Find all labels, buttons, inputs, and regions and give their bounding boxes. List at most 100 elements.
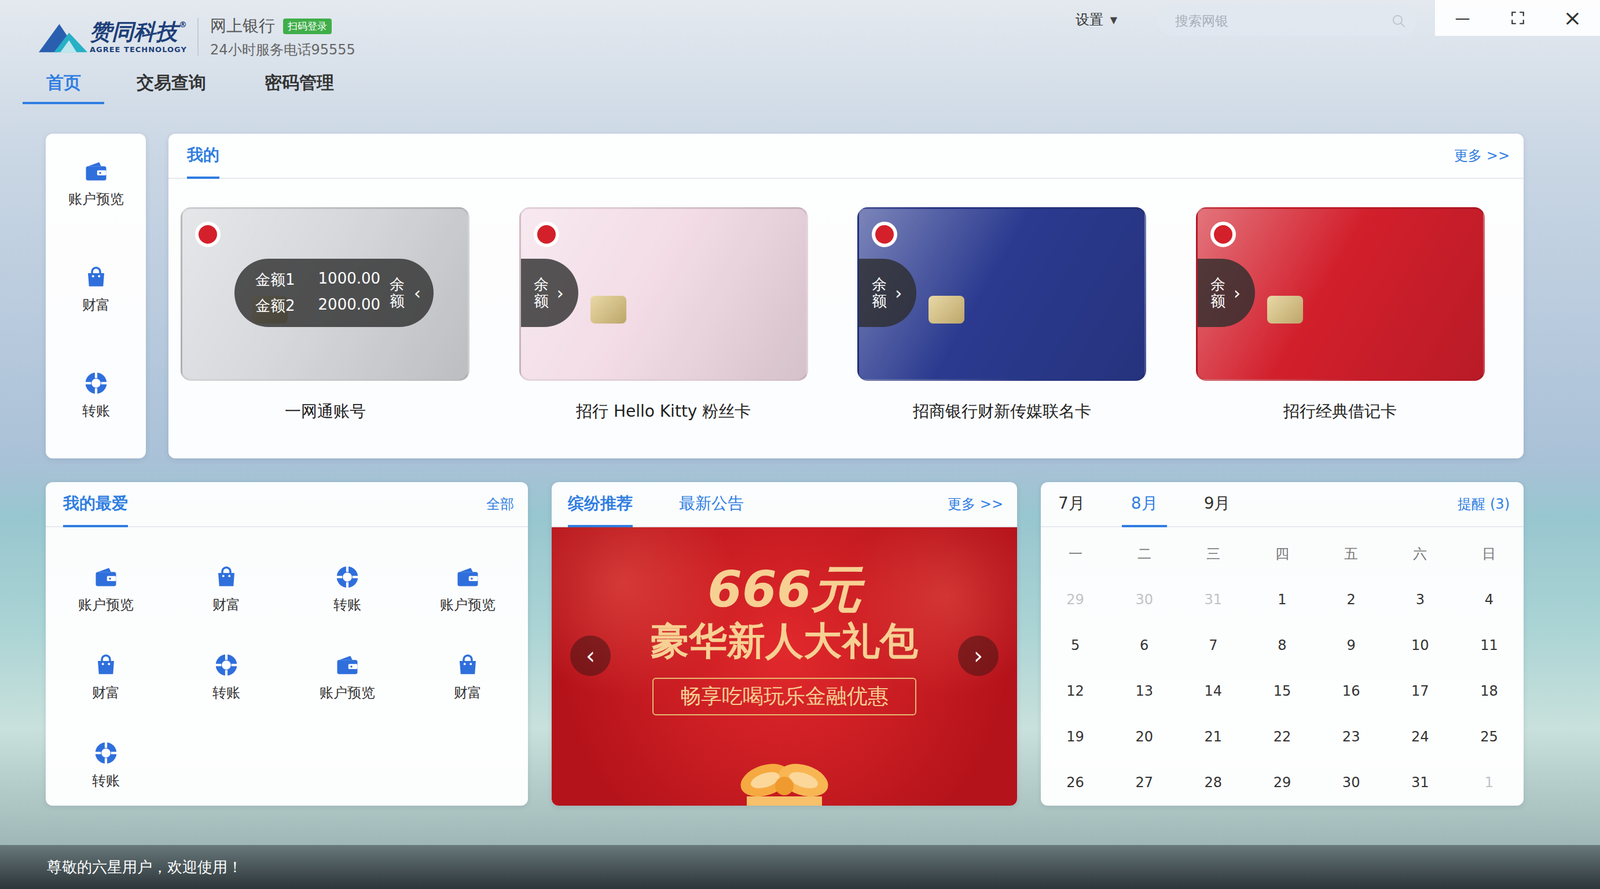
balance-toggle[interactable]: 余额› bbox=[1197, 258, 1255, 328]
calendar-grid: 一二三四五六日293031123456789101112131415161718… bbox=[1040, 527, 1524, 806]
wallet-icon bbox=[455, 564, 480, 590]
balance-toggle[interactable]: 金额11000.00金额22000.00余额‹ bbox=[234, 258, 434, 328]
calendar-day[interactable]: 4 bbox=[1454, 576, 1524, 623]
calendar-day[interactable]: 10 bbox=[1385, 622, 1455, 669]
favorite-item[interactable]: 财富 bbox=[407, 652, 528, 704]
favorite-item[interactable]: 账户预览 bbox=[407, 564, 528, 616]
qr-login-badge[interactable]: 扫码登录 bbox=[283, 18, 332, 35]
bag-icon bbox=[214, 564, 239, 590]
calendar-day[interactable]: 12 bbox=[1040, 668, 1110, 714]
calendar-day[interactable]: 18 bbox=[1454, 668, 1524, 714]
calendar-day[interactable]: 16 bbox=[1316, 668, 1386, 714]
balance-toggle[interactable]: 余额› bbox=[520, 258, 579, 328]
banner-prev-button[interactable]: ‹ bbox=[570, 635, 611, 677]
calendar-day[interactable]: 17 bbox=[1385, 668, 1455, 714]
calendar-day[interactable]: 14 bbox=[1178, 668, 1248, 714]
weekday-header: 一 bbox=[1040, 530, 1110, 577]
card-face[interactable]: 金额11000.00金额22000.00余额‹ bbox=[180, 207, 470, 381]
panel-tab[interactable]: 我的 bbox=[186, 133, 220, 179]
close-button[interactable]: × bbox=[1545, 0, 1600, 36]
calendar-day[interactable]: 28 bbox=[1178, 759, 1248, 806]
settings-menu[interactable]: 设置▼ bbox=[1075, 10, 1118, 29]
more-link[interactable]: 更多 >> bbox=[1454, 133, 1510, 178]
calendar-day[interactable]: 8 bbox=[1247, 622, 1317, 669]
promotions-panel: 缤纷推荐最新公告更多 >>666元豪华新人大礼包畅享吃喝玩乐金融优惠‹› bbox=[551, 482, 1018, 806]
banner-title: 豪华新人大礼包 bbox=[650, 619, 919, 664]
sidebar-item[interactable]: 财富 bbox=[82, 265, 110, 315]
calendar-day[interactable]: 29 bbox=[1040, 576, 1110, 623]
nav-tab[interactable]: 交易查询 bbox=[130, 63, 212, 105]
transfer-icon bbox=[335, 564, 360, 590]
card-face[interactable]: 余额› bbox=[857, 207, 1147, 381]
calendar-day[interactable]: 29 bbox=[1247, 759, 1317, 806]
reminders-link[interactable]: 提醒 (3) bbox=[1457, 482, 1510, 527]
balance-row: 金额11000.00 bbox=[255, 269, 381, 291]
calendar-day[interactable]: 31 bbox=[1178, 576, 1248, 623]
calendar-day[interactable]: 9 bbox=[1316, 622, 1386, 669]
calendar-day[interactable]: 23 bbox=[1316, 713, 1386, 760]
banner-next-button[interactable]: › bbox=[958, 635, 999, 677]
calendar-day[interactable]: 25 bbox=[1454, 713, 1524, 760]
card-face[interactable]: 余额› bbox=[1195, 207, 1485, 381]
calendar-day[interactable]: 1 bbox=[1247, 576, 1317, 623]
promo-banner[interactable]: 666元豪华新人大礼包畅享吃喝玩乐金融优惠‹› bbox=[551, 527, 1018, 806]
search-box[interactable] bbox=[1157, 5, 1417, 36]
calendar-day[interactable]: 13 bbox=[1109, 668, 1179, 714]
content: 账户预览财富转账我的更多 >>金额11000.00金额22000.00余额‹一网… bbox=[0, 104, 1600, 846]
weekday-header: 日 bbox=[1454, 530, 1524, 577]
calendar-day[interactable]: 22 bbox=[1247, 713, 1317, 760]
calendar-day[interactable]: 31 bbox=[1385, 759, 1455, 806]
calendar-day[interactable]: 1 bbox=[1454, 759, 1524, 806]
favorite-item[interactable]: 财富 bbox=[45, 652, 167, 704]
favorite-item[interactable]: 转账 bbox=[287, 564, 408, 616]
calendar-day[interactable]: 11 bbox=[1454, 622, 1524, 669]
favorite-item[interactable]: 财富 bbox=[166, 564, 287, 616]
balance-toggle[interactable]: 余额› bbox=[859, 258, 917, 328]
nav-tab[interactable]: 密码管理 bbox=[258, 63, 340, 105]
search-input[interactable] bbox=[1173, 12, 1392, 29]
sidebar-item[interactable]: 转账 bbox=[82, 371, 110, 421]
favorite-item[interactable]: 转账 bbox=[45, 740, 167, 792]
more-link[interactable]: 更多 >> bbox=[947, 482, 1004, 527]
month-tab[interactable]: 8月 bbox=[1121, 482, 1168, 528]
panel-tab[interactable]: 最新公告 bbox=[679, 482, 744, 528]
calendar-day[interactable]: 3 bbox=[1385, 576, 1455, 623]
calendar-day[interactable]: 21 bbox=[1178, 713, 1248, 760]
balance-label: 余额 bbox=[533, 276, 549, 310]
favorite-item[interactable]: 转账 bbox=[166, 652, 287, 704]
calendar-day[interactable]: 30 bbox=[1316, 759, 1386, 806]
sidebar-item[interactable]: 账户预览 bbox=[68, 159, 124, 209]
month-tab[interactable]: 7月 bbox=[1048, 482, 1095, 528]
calendar-day[interactable]: 27 bbox=[1109, 759, 1179, 806]
calendar-day[interactable]: 15 bbox=[1247, 668, 1317, 714]
month-tab[interactable]: 9月 bbox=[1194, 482, 1240, 528]
minimize-button[interactable]: — bbox=[1435, 0, 1491, 36]
weekday-header: 三 bbox=[1178, 530, 1248, 577]
card-name: 招行经典借记卡 bbox=[1283, 400, 1397, 423]
calendar-day[interactable]: 19 bbox=[1040, 713, 1110, 760]
favorite-item[interactable]: 账户预览 bbox=[287, 652, 408, 704]
favorite-item[interactable]: 账户预览 bbox=[45, 564, 167, 616]
bank-card[interactable]: 余额›招行 Hello Kitty 粉丝卡 bbox=[519, 207, 809, 423]
calendar-day[interactable]: 5 bbox=[1040, 622, 1110, 669]
bank-card[interactable]: 余额›招商银行财新传媒联名卡 bbox=[857, 207, 1147, 423]
calendar-day[interactable]: 24 bbox=[1385, 713, 1455, 760]
calendar-day[interactable]: 6 bbox=[1109, 622, 1179, 669]
panel-tab[interactable]: 我的最爱 bbox=[63, 482, 128, 528]
panel-tab[interactable]: 缤纷推荐 bbox=[567, 482, 633, 528]
calendar-day[interactable]: 20 bbox=[1109, 713, 1179, 760]
welcome-text: 尊敬的六星用户，欢迎使用！ bbox=[46, 857, 243, 878]
calendar-day[interactable]: 26 bbox=[1040, 759, 1110, 806]
bank-card[interactable]: 余额› 招行经典借记卡 bbox=[1195, 207, 1485, 423]
calendar-day[interactable]: 30 bbox=[1109, 576, 1179, 623]
search-icon[interactable] bbox=[1391, 13, 1407, 29]
all-link[interactable]: 全部 bbox=[486, 482, 515, 527]
calendar-day[interactable]: 2 bbox=[1316, 576, 1386, 623]
gift-icon bbox=[735, 750, 834, 806]
card-face[interactable]: 余额› bbox=[519, 207, 809, 381]
maximize-button[interactable] bbox=[1490, 0, 1546, 36]
nav-tab[interactable]: 首页 bbox=[22, 63, 105, 105]
my-cards-panel: 我的更多 >>金额11000.00金额22000.00余额‹一网通账号余额›招行… bbox=[168, 133, 1524, 459]
calendar-day[interactable]: 7 bbox=[1178, 622, 1248, 669]
bank-card[interactable]: 金额11000.00金额22000.00余额‹一网通账号 bbox=[180, 207, 470, 423]
